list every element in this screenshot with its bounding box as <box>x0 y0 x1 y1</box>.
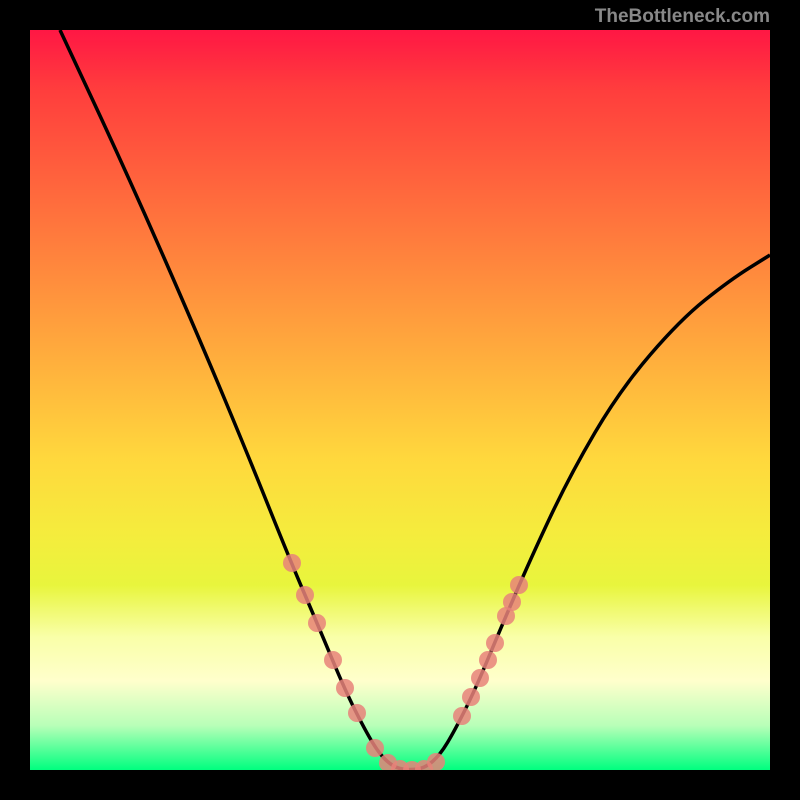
data-marker <box>486 634 504 652</box>
data-marker <box>283 554 301 572</box>
data-marker <box>471 669 489 687</box>
data-marker <box>366 739 384 757</box>
chart-svg <box>30 30 770 770</box>
data-marker <box>462 688 480 706</box>
bottleneck-curve <box>60 30 770 770</box>
data-marker <box>308 614 326 632</box>
data-marker <box>510 576 528 594</box>
data-marker <box>453 707 471 725</box>
data-markers <box>283 554 528 770</box>
data-marker <box>427 753 445 770</box>
chart-container <box>30 30 770 770</box>
watermark-text: TheBottleneck.com <box>595 6 770 28</box>
data-marker <box>296 586 314 604</box>
data-marker <box>336 679 354 697</box>
data-marker <box>479 651 497 669</box>
data-marker <box>503 593 521 611</box>
data-marker <box>348 704 366 722</box>
data-marker <box>324 651 342 669</box>
